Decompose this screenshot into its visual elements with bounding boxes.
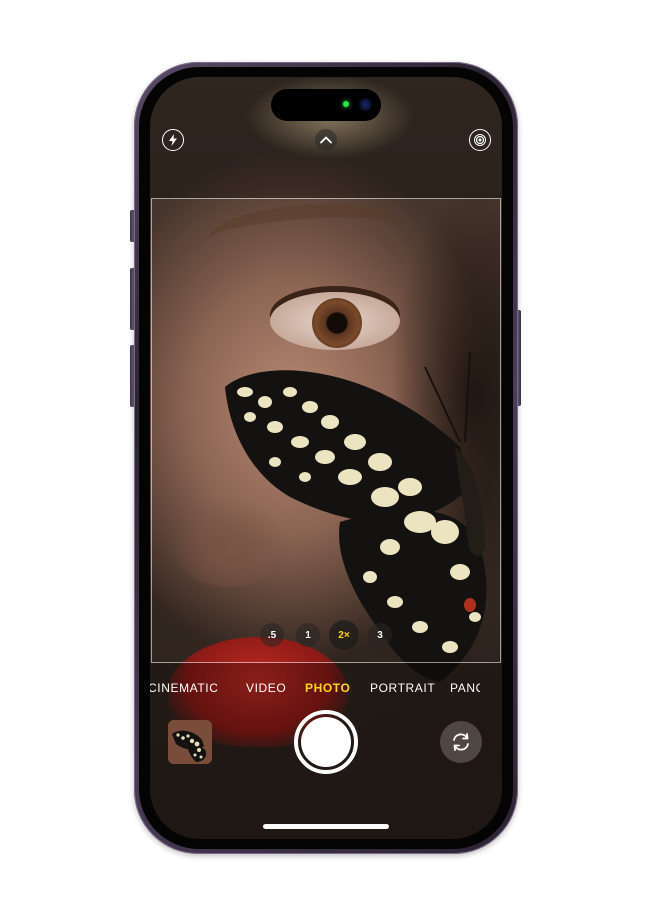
chevron-up-icon[interactable] (315, 129, 337, 151)
live-photo-icon[interactable] (469, 129, 491, 151)
chevron-up-glyph (320, 136, 332, 144)
mode-portrait[interactable]: PORTRAIT (370, 681, 435, 695)
iphone-frame: .5 1 2× 3 CINEMATIC VIDEO PHOTO PORTRAIT… (134, 62, 518, 854)
live-photo-rings-icon (474, 134, 486, 146)
flash-icon[interactable] (162, 129, 184, 151)
shutter-button[interactable] (294, 710, 358, 774)
camera-flip-icon[interactable] (440, 721, 482, 763)
zoom-0-5-button[interactable]: .5 (260, 623, 284, 647)
lightning-bolt-icon (169, 134, 177, 146)
camera-in-use-indicator (343, 101, 349, 107)
last-photo-thumbnail[interactable] (168, 720, 212, 764)
camera-screen: .5 1 2× 3 CINEMATIC VIDEO PHOTO PORTRAIT… (150, 77, 502, 839)
zoom-1-button[interactable]: 1 (296, 623, 320, 647)
mode-cinematic[interactable]: CINEMATIC (150, 681, 222, 695)
shutter-button-inner (301, 717, 351, 767)
crop-frame (151, 198, 501, 663)
zoom-3-button[interactable]: 3 (368, 623, 392, 647)
mode-video[interactable]: VIDEO (246, 681, 286, 695)
mode-photo[interactable]: PHOTO (305, 681, 350, 695)
mode-pano[interactable]: PANO (450, 681, 480, 695)
dynamic-island (271, 89, 381, 121)
mode-carousel: CINEMATIC VIDEO PHOTO PORTRAIT PANO (150, 681, 502, 699)
home-indicator[interactable] (263, 824, 389, 829)
product-stage: .5 1 2× 3 CINEMATIC VIDEO PHOTO PORTRAIT… (0, 0, 653, 914)
zoom-selector: .5 1 2× 3 (258, 620, 398, 651)
front-camera-lens (359, 98, 372, 111)
zoom-2-button[interactable]: 2× (329, 620, 359, 650)
butterfly-thumbnail-image (168, 720, 212, 764)
rotate-arrows-icon (453, 733, 469, 751)
